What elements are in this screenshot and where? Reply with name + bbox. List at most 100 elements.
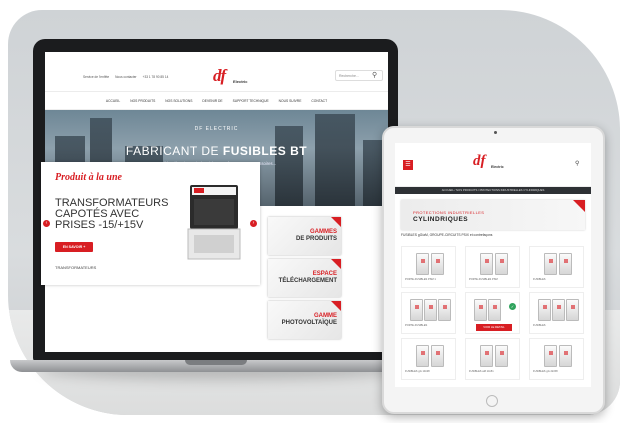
product-caption: FUSIBLES [533,324,546,327]
product-caption: PORTE-FUSIBLES PSM [469,278,498,281]
fuse-image [566,299,579,321]
card-line1: ESPACE [312,271,337,277]
fuse-image [424,299,437,321]
learn-more-button[interactable]: EN SAVOIR + [55,242,93,252]
site-logo[interactable]: df Electric [211,66,261,88]
product-card[interactable]: FUSIBLES aM 14x51 [465,338,520,380]
promo-category: TRANSFORMATEURS [55,265,97,270]
product-card[interactable]: PORTE-FUSIBLES PSM [465,246,520,288]
product-card[interactable]: PORTE-FUSIBLES [401,292,456,334]
transformer-image [187,185,241,260]
tablet-screen: ☰ df Electric ⚲ ACCUEIL / NOS PRODUITS /… [395,143,591,387]
fuse-image [416,345,429,367]
tablet-camera [494,131,497,134]
fuse-image [538,299,551,321]
top-link-contact[interactable]: Nous contacter [115,75,136,79]
menu-item-contact[interactable]: CONTACT [311,99,327,109]
product-card[interactable]: PORTE-FUSIBLES PSM 1 [401,246,456,288]
menu-item-support[interactable]: SUPPORT TECHNIQUE [233,99,269,109]
building-image [275,126,303,206]
fuse-image [474,299,487,321]
fuse-image [544,253,557,275]
fuse-image [438,299,451,321]
tablet-logo[interactable]: df [473,153,486,170]
menu-item-solutions[interactable]: NOS SOLUTIONS [165,99,192,109]
featured-product-card: Produit à la une TRANSFORMATEURS CAPOTÉS… [41,162,260,285]
hamburger-menu-icon[interactable]: ☰ [403,160,413,170]
category-intro: FUSIBLES gG/aM, GROUPE-CIRCUITS PSIX et … [401,233,493,237]
card-corner-accent [331,259,341,269]
product-card[interactable]: ✓ VOIR LE DETAIL [465,292,520,334]
card-photovoltaic[interactable]: GAMME PHOTOVOLTAÏQUE [268,301,341,339]
card-text: GAMMES DE PRODUITS [296,229,337,242]
product-card[interactable]: FUSIBLES gG 10x38 [401,338,456,380]
main-menu: ACCUEIL NOS PRODUITS NOS SOLUTIONS DEVEN… [45,92,388,110]
top-link-service[interactable]: Service de l'enfête [83,75,109,79]
menu-item-devenir[interactable]: DEVENIR DE [202,99,222,109]
fuse-image [431,253,444,275]
fuse-image [480,253,493,275]
breadcrumb: ACCUEIL / NOS PRODUITS / PROTECTIONS IND… [395,187,591,194]
banner-line1: PROTECTIONS INDUSTRIELLES [413,210,485,215]
menu-item-produits[interactable]: NOS PRODUITS [130,99,155,109]
product-caption: FUSIBLES [533,278,546,281]
fuse-image [552,299,565,321]
card-line2: TÉLÉCHARGEMENT [278,277,337,284]
card-line1: GAMME [314,313,337,319]
top-links: Service de l'enfête Nous contacter +33 1… [83,75,168,79]
menu-item-accueil[interactable]: ACCUEIL [106,99,120,109]
menu-item-suivre[interactable]: NOUS SUIVRE [279,99,302,109]
hero-title: FABRICANT DE FUSIBLES BT [45,144,388,158]
search-icon[interactable]: ⚲ [372,71,377,79]
banner-line2: CYLINDRIQUES [413,216,469,223]
product-caption: FUSIBLES gG 10x38 [405,370,430,373]
card-line2: DE PRODUITS [295,235,337,242]
tablet-logo-subtitle: Electric [491,165,504,169]
carousel-next-icon[interactable]: › [250,220,257,227]
hero-brand: DF ELECTRIC [194,126,239,132]
view-detail-button[interactable]: VOIR LE DETAIL [476,324,512,331]
site-header: Service de l'enfête Nous contacter +33 1… [45,52,388,92]
fuse-image [416,253,429,275]
category-banner: PROTECTIONS INDUSTRIELLES CYLINDRIQUES [401,200,585,230]
fuse-image [559,345,572,367]
card-corner-accent [331,301,341,311]
banner-corner-accent [573,200,585,212]
card-corner-accent [331,217,341,227]
card-text: ESPACE TÉLÉCHARGEMENT [279,271,337,284]
fuse-image [410,299,423,321]
product-card[interactable]: FUSIBLES [529,292,584,334]
tablet-header: ☰ df Electric ⚲ [395,143,591,187]
product-card[interactable]: FUSIBLES gG 22x58 [529,338,584,380]
promo-kicker: Produit à la une [55,172,122,183]
card-line2: PHOTOVOLTAÏQUE [281,319,337,326]
fuse-image [544,345,557,367]
card-line1: GAMMES [310,229,337,235]
hero-title-pre: FABRICANT DE [125,144,223,158]
search-icon[interactable]: ⚲ [575,160,579,167]
card-product-ranges[interactable]: GAMMES DE PRODUITS [268,217,341,255]
fuse-image [495,345,508,367]
product-caption: FUSIBLES aM 14x51 [469,370,494,373]
card-downloads[interactable]: ESPACE TÉLÉCHARGEMENT [268,259,341,297]
card-text: GAMME PHOTOVOLTAÏQUE [282,313,337,326]
carousel-prev-icon[interactable]: ‹ [43,220,50,227]
product-card[interactable]: FUSIBLES [529,246,584,288]
laptop-notch [185,360,247,365]
promo-title: TRANSFORMATEURS CAPOTÉS AVEC PRISES -15/… [55,197,169,231]
fuse-image [495,253,508,275]
logo-subtitle: Electric [233,79,248,84]
product-caption: PORTE-FUSIBLES PSM 1 [405,278,436,281]
fuse-image [480,345,493,367]
product-caption: FUSIBLES gG 22x58 [533,370,558,373]
top-link-phone[interactable]: +33 1 78 90 85 14 [143,75,169,79]
logo-mark: df [213,66,226,85]
fuse-image [559,253,572,275]
check-icon: ✓ [509,303,516,310]
hero-title-bold: FUSIBLES BT [222,144,308,158]
product-caption: PORTE-FUSIBLES [405,324,428,327]
fuse-image [488,299,501,321]
tablet-home-button[interactable] [486,395,498,407]
fuse-image [431,345,444,367]
marketing-scene: Service de l'enfête Nous contacter +33 1… [0,0,627,423]
